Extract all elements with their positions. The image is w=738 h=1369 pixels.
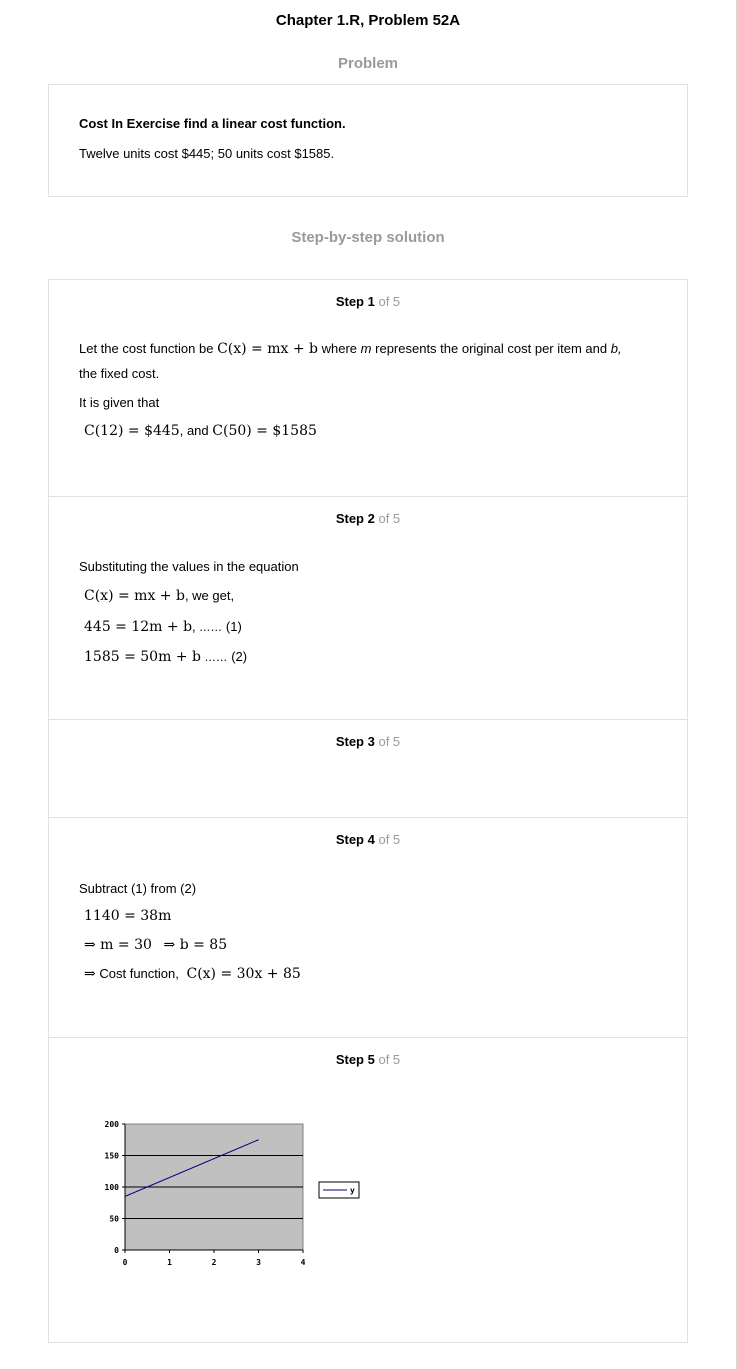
step-4-of: of 5 <box>378 832 401 847</box>
step-2-line-4: 1585 = 50m + b …… (2) <box>84 649 247 665</box>
step-1-line-4: C(12) = $445, and C(50) = $1585 <box>84 423 317 439</box>
step-4-line-1: Subtract (1) from (2) <box>79 881 197 896</box>
step-2-dots-1: …… <box>199 621 223 634</box>
step-1-text: Let the cost function be <box>79 341 214 356</box>
step-2-eq-num-2: (2) <box>231 649 248 664</box>
step-4-eq-4: C(x) = 30x + 85 <box>186 966 301 982</box>
problem-heading: Problem <box>337 55 398 72</box>
y-tick-label: 200 <box>105 1120 120 1129</box>
step-3: Step 3 of 5 <box>49 719 687 818</box>
step-3-of: of 5 <box>378 734 401 749</box>
step-1: Step 1 of 5 Let the cost function be C(x… <box>49 280 687 496</box>
step-2-number: Step 2 <box>335 511 375 526</box>
step-1-and: , and <box>179 423 209 438</box>
step-4-text-cost-function: Cost function, <box>99 966 179 981</box>
step-2-of: of 5 <box>378 511 401 526</box>
step-1-line-2: the fixed cost. <box>79 366 160 381</box>
step-2-eq-2: 1585 = 50m + b <box>84 649 201 665</box>
step-1-given-1: C(12) = $445 <box>84 423 180 439</box>
x-tick-label: 1 <box>167 1258 172 1267</box>
step-4-arrow: ⇒ <box>84 966 96 982</box>
y-tick-label: 100 <box>105 1183 120 1192</box>
step-2-line-1: Substituting the values in the equation <box>79 559 299 574</box>
step-2-text-we-get: , we get, <box>184 588 235 603</box>
step-2-eq-1: 445 = 12m + b <box>84 619 193 635</box>
problem-statement: Twelve units cost $445; 50 units cost $1… <box>79 146 335 161</box>
step-1-line-1: Let the cost function be C(x) = mx + b w… <box>79 341 622 357</box>
step-1-of: of 5 <box>378 294 401 309</box>
x-tick-label: 0 <box>123 1258 128 1267</box>
step-2-dots-2: …… <box>204 651 228 664</box>
steps-box: Step 1 of 5 Let the cost function be C(x… <box>48 279 688 1343</box>
step-4-eq-1: 1140 = 38m <box>84 908 172 924</box>
x-tick-label: 3 <box>256 1258 261 1267</box>
step-4-line-3: ⇒ m = 30 ⇒ b = 85 <box>84 937 227 953</box>
x-tick-label: 4 <box>301 1258 306 1267</box>
step-2-equation: C(x) = mx + b <box>84 588 185 604</box>
step-2-label: Step 2 of 5 <box>49 511 687 526</box>
step-1-text-where: where <box>321 341 358 356</box>
step-4: Step 4 of 5 Subtract (1) from (2) 1140 =… <box>49 817 687 1038</box>
problem-box: Cost In Exercise find a linear cost func… <box>48 84 688 197</box>
step-2-comma: , <box>192 619 196 634</box>
step-4-number: Step 4 <box>335 832 375 847</box>
solution-heading: Step-by-step solution <box>291 229 445 246</box>
step-2-line-3: 445 = 12m + b, …… (1) <box>84 619 242 635</box>
step-1-number: Step 1 <box>335 294 375 309</box>
step-2-eq-num-1: (1) <box>225 619 242 634</box>
x-tick-label: 2 <box>212 1258 217 1267</box>
step-3-label: Step 3 of 5 <box>49 734 687 749</box>
problem-statement-bold: Cost In Exercise find a linear cost func… <box>79 116 346 131</box>
step-1-var-m: m <box>360 341 372 356</box>
step-4-eq-3: ⇒ b = 85 <box>163 937 228 953</box>
y-tick-label: 50 <box>109 1215 119 1224</box>
step-4-label: Step 4 of 5 <box>49 832 687 847</box>
step-5-label: Step 5 of 5 <box>49 1052 687 1067</box>
step-1-text-desc: represents the original cost per item an… <box>375 341 608 356</box>
step-5-number: Step 5 <box>335 1052 375 1067</box>
step-4-line-4: ⇒ Cost function, C(x) = 30x + 85 <box>84 966 301 982</box>
step-4-eq-2: ⇒ m = 30 <box>84 937 152 953</box>
step-1-label: Step 1 of 5 <box>49 294 687 309</box>
step-2: Step 2 of 5 Substituting the values in t… <box>49 496 687 720</box>
step-1-var-b: b, <box>610 341 622 356</box>
legend-label: y <box>350 1186 355 1195</box>
step-2-line-2: C(x) = mx + b, we get, <box>84 588 234 604</box>
step-5-of: of 5 <box>378 1052 401 1067</box>
step-3-number: Step 3 <box>335 734 375 749</box>
step-1-given-2: C(50) = $1585 <box>212 423 317 439</box>
y-tick-label: 150 <box>105 1152 120 1161</box>
step-5: Step 5 of 5 0 50 100 150 200 0 1 2 3 4 y <box>49 1037 687 1343</box>
y-tick-label: 0 <box>114 1246 119 1255</box>
step-1-line-3: It is given that <box>79 395 160 410</box>
page-title: Chapter 1.R, Problem 52A <box>275 12 461 29</box>
step-1-equation: C(x) = mx + b <box>217 341 318 357</box>
cost-function-chart: 0 50 100 150 200 0 1 2 3 4 y <box>105 1120 360 1267</box>
